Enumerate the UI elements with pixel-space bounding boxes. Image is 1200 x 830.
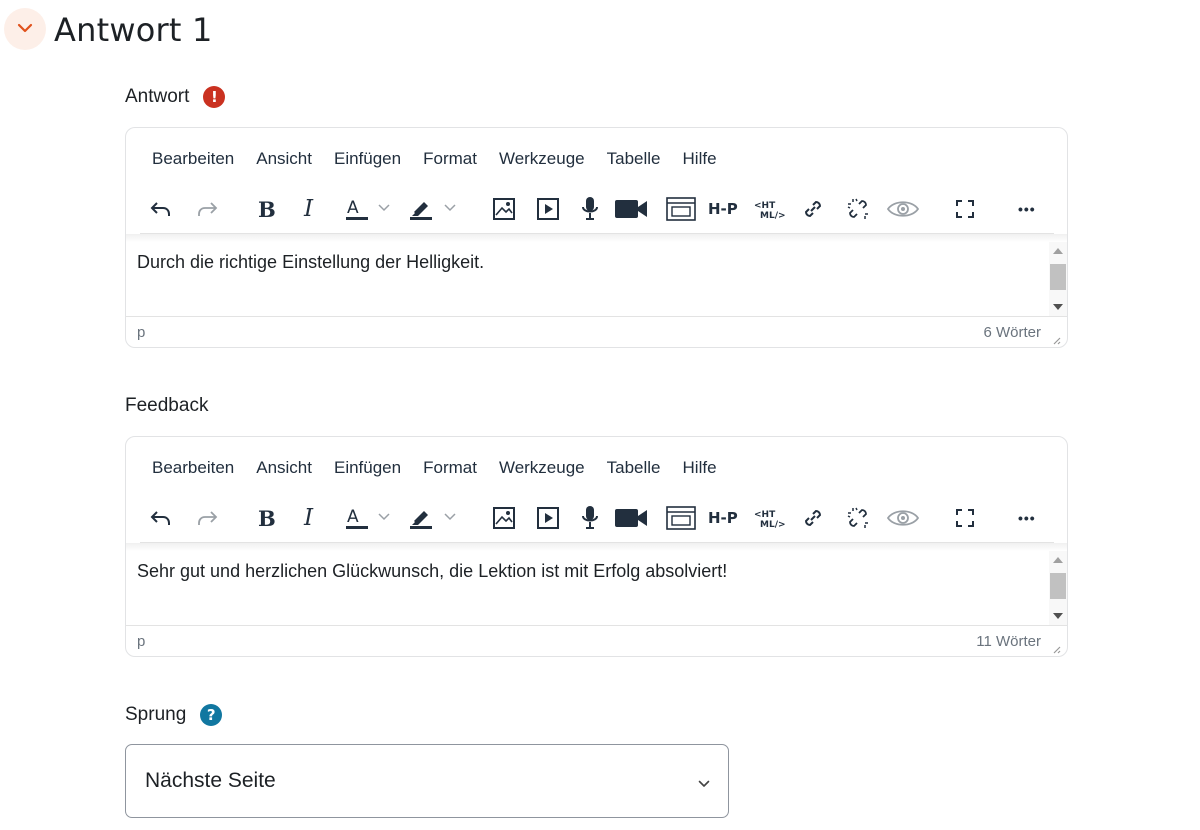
menu-tabelle[interactable]: Tabelle: [596, 455, 672, 481]
italic-button[interactable]: I: [304, 501, 313, 535]
embed-icon[interactable]: [666, 501, 696, 535]
image-icon[interactable]: [492, 192, 516, 226]
scroll-down-arrow-icon[interactable]: [1053, 304, 1063, 310]
scroll-thumb[interactable]: [1050, 573, 1066, 599]
menu-einfuegen[interactable]: Einfügen: [323, 455, 412, 481]
editor-scrollbar[interactable]: [1049, 242, 1067, 316]
video-camera-icon[interactable]: [614, 501, 648, 535]
redo-icon[interactable]: [196, 501, 218, 535]
resize-handle-icon[interactable]: [1051, 332, 1061, 345]
jump-select-value: Nächste Seite: [145, 769, 276, 792]
svg-text:ML/>: ML/>: [760, 211, 786, 221]
menu-bearbeiten[interactable]: Bearbeiten: [140, 146, 245, 172]
feedback-label-row: Feedback: [125, 393, 208, 419]
element-path[interactable]: p: [137, 324, 145, 341]
embed-icon[interactable]: [666, 192, 696, 226]
menu-hilfe[interactable]: Hilfe: [672, 455, 728, 481]
editor-content-text[interactable]: Sehr gut und herzlichen Glückwunsch, die…: [137, 561, 727, 582]
italic-button[interactable]: I: [304, 192, 313, 226]
scroll-up-arrow-icon[interactable]: [1053, 557, 1063, 563]
help-icon[interactable]: ?: [200, 704, 223, 726]
scroll-up-arrow-icon[interactable]: [1053, 248, 1063, 254]
bold-button[interactable]: B: [258, 501, 276, 535]
menu-werkzeuge[interactable]: Werkzeuge: [488, 455, 596, 481]
more-button[interactable]: •••: [1018, 501, 1036, 535]
fullscreen-icon[interactable]: [954, 501, 976, 535]
menu-werkzeuge[interactable]: Werkzeuge: [488, 146, 596, 172]
editor-content-area[interactable]: Sehr gut und herzlichen Glückwunsch, die…: [126, 547, 1067, 625]
feedback-editor: Bearbeiten Ansicht Einfügen Format Werkz…: [125, 436, 1068, 657]
unlink-icon[interactable]: [844, 192, 872, 226]
jump-label-row: Sprung ?: [125, 702, 223, 728]
word-count[interactable]: 6 Wörter: [983, 324, 1041, 341]
svg-text:A: A: [347, 198, 359, 218]
editor-menubar: Bearbeiten Ansicht Einfügen Format Werkz…: [140, 455, 728, 481]
preview-eye-icon[interactable]: [886, 192, 920, 226]
link-icon[interactable]: [800, 501, 826, 535]
image-icon[interactable]: [492, 501, 516, 535]
html-snippet-icon[interactable]: <HT ML/>: [752, 192, 786, 226]
section-title: Antwort 1: [54, 11, 213, 49]
menu-einfuegen[interactable]: Einfügen: [323, 146, 412, 172]
menu-tabelle[interactable]: Tabelle: [596, 146, 672, 172]
preview-eye-icon[interactable]: [886, 501, 920, 535]
scroll-thumb[interactable]: [1050, 264, 1066, 290]
resize-handle-icon[interactable]: [1051, 641, 1061, 654]
answer-label-row: Antwort !: [125, 84, 226, 110]
chevron-down-icon: [17, 20, 33, 38]
undo-icon[interactable]: [150, 192, 172, 226]
menu-format[interactable]: Format: [412, 455, 488, 481]
media-icon[interactable]: [536, 192, 560, 226]
more-button[interactable]: •••: [1018, 192, 1036, 226]
answer-label: Antwort: [125, 86, 190, 107]
bold-button[interactable]: B: [258, 192, 276, 226]
editor-content-area[interactable]: Durch die richtige Einstellung der Helli…: [126, 238, 1067, 316]
editor-statusbar: p 6 Wörter: [126, 316, 1067, 347]
unlink-icon[interactable]: [844, 501, 872, 535]
error-icon: !: [203, 86, 226, 108]
h5p-button[interactable]: H-P: [708, 192, 738, 226]
microphone-icon[interactable]: [580, 192, 600, 226]
text-color-button[interactable]: A: [344, 501, 394, 535]
feedback-label: Feedback: [125, 395, 209, 416]
video-camera-icon[interactable]: [614, 192, 648, 226]
svg-text:<HT: <HT: [754, 510, 776, 520]
section-collapse-toggle[interactable]: [4, 8, 46, 50]
html-snippet-icon[interactable]: <HT ML/>: [752, 501, 786, 535]
menu-format[interactable]: Format: [412, 146, 488, 172]
element-path[interactable]: p: [137, 633, 145, 650]
menu-hilfe[interactable]: Hilfe: [672, 146, 728, 172]
highlight-color-button[interactable]: [408, 501, 460, 535]
editor-statusbar: p 11 Wörter: [126, 625, 1067, 656]
link-icon[interactable]: [800, 192, 826, 226]
undo-icon[interactable]: [150, 501, 172, 535]
h5p-button[interactable]: H-P: [708, 501, 738, 535]
word-count[interactable]: 11 Wörter: [976, 633, 1041, 650]
menu-ansicht[interactable]: Ansicht: [245, 455, 323, 481]
svg-text:A: A: [347, 507, 359, 527]
answer-editor: Bearbeiten Ansicht Einfügen Format Werkz…: [125, 127, 1068, 348]
text-color-button[interactable]: A: [344, 192, 394, 226]
svg-text:<HT: <HT: [754, 201, 776, 211]
redo-icon[interactable]: [196, 192, 218, 226]
editor-scrollbar[interactable]: [1049, 551, 1067, 625]
editor-menubar: Bearbeiten Ansicht Einfügen Format Werkz…: [140, 146, 728, 172]
microphone-icon[interactable]: [580, 501, 600, 535]
media-icon[interactable]: [536, 501, 560, 535]
scroll-down-arrow-icon[interactable]: [1053, 613, 1063, 619]
editor-toolbar: B I A H-P <HT ML/> •••: [140, 192, 1056, 226]
fullscreen-icon[interactable]: [954, 192, 976, 226]
jump-select[interactable]: Nächste Seite: [125, 744, 729, 818]
menu-ansicht[interactable]: Ansicht: [245, 146, 323, 172]
editor-content-text[interactable]: Durch die richtige Einstellung der Helli…: [137, 252, 484, 273]
jump-label: Sprung: [125, 704, 187, 725]
menu-bearbeiten[interactable]: Bearbeiten: [140, 455, 245, 481]
editor-toolbar: B I A H-P <HT ML/> •••: [140, 501, 1056, 535]
svg-text:ML/>: ML/>: [760, 520, 786, 530]
highlight-color-button[interactable]: [408, 192, 460, 226]
chevron-down-icon: [698, 775, 710, 793]
